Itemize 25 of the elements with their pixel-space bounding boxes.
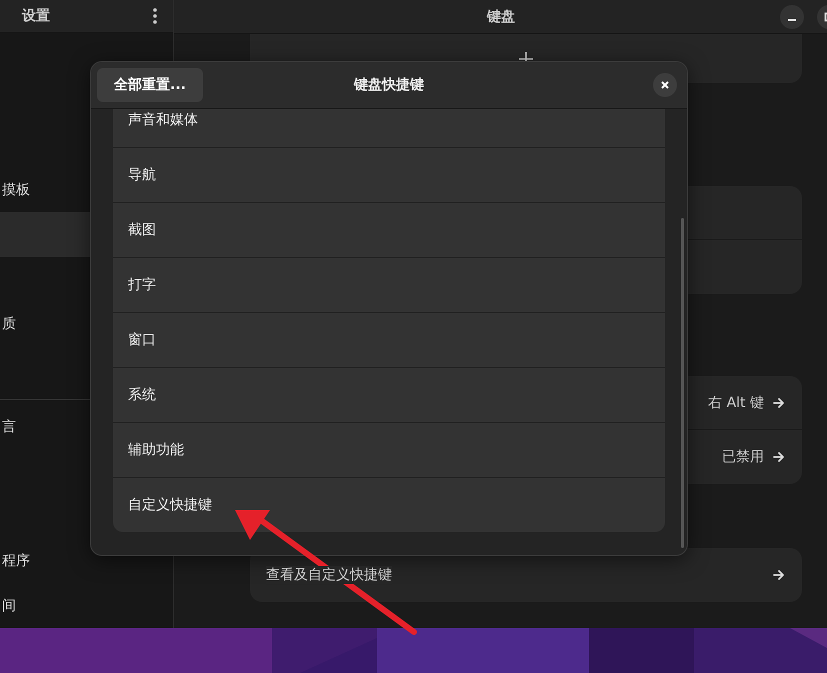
minimize-icon <box>788 18 796 20</box>
row-value[interactable]: 右 Alt 键 <box>708 394 764 412</box>
sidebar-title: 设置 <box>22 7 50 26</box>
sidebar-item[interactable]: 间 <box>0 583 173 628</box>
row-value[interactable]: 已禁用 <box>722 448 764 466</box>
arrow-icon[interactable] <box>772 568 786 582</box>
dialog-title: 键盘快捷键 <box>354 77 424 93</box>
row-label[interactable]: 查看及自定义快捷键 <box>266 566 392 584</box>
reset-all-button[interactable]: 全部重置... <box>97 68 203 102</box>
arrow-icon[interactable] <box>772 396 786 410</box>
shortcut-category[interactable]: 系统 <box>113 368 665 423</box>
window-title: 键盘 <box>486 8 516 26</box>
menu-icon[interactable] <box>153 8 157 24</box>
shortcut-category[interactable]: 自定义快捷键 <box>113 478 665 532</box>
shortcut-category[interactable]: 辅助功能 <box>113 423 665 478</box>
minimize-button[interactable] <box>780 4 804 28</box>
shortcut-category[interactable]: 声音和媒体 <box>113 109 665 148</box>
shortcut-category[interactable]: 打字 <box>113 258 665 313</box>
shortcut-category[interactable]: 导航 <box>113 148 665 203</box>
shortcut-category[interactable]: 截图 <box>113 203 665 258</box>
scrollbar[interactable] <box>681 218 684 548</box>
arrow-icon[interactable] <box>772 450 786 464</box>
shortcut-category[interactable]: 窗口 <box>113 313 665 368</box>
close-button[interactable] <box>653 73 677 97</box>
close-icon <box>660 80 670 90</box>
